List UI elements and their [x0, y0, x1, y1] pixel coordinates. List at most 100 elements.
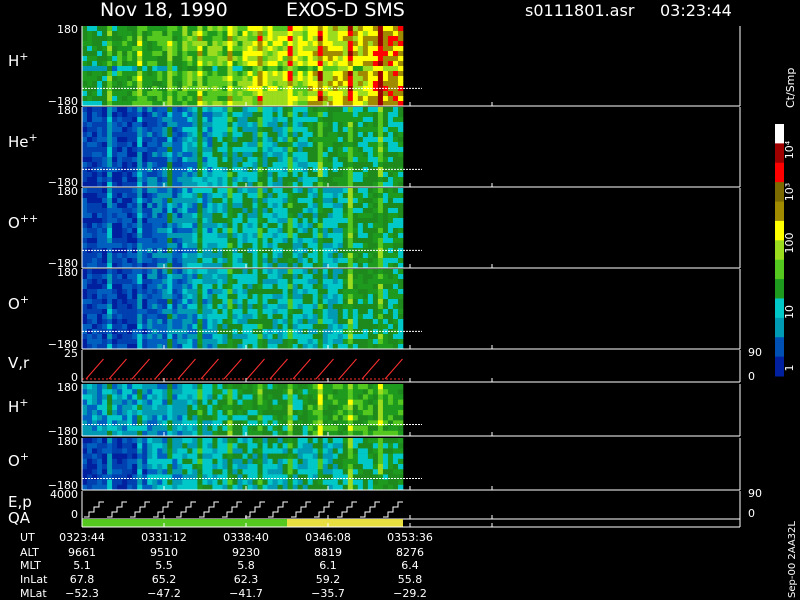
heatmap-cell — [337, 71, 344, 77]
heatmap-cell — [347, 334, 354, 340]
heatmap-cell — [152, 198, 158, 204]
heatmap-cell — [167, 223, 173, 229]
heatmap-cell — [367, 314, 374, 320]
heatmap-cell — [232, 218, 238, 224]
heatmap-cell — [117, 314, 123, 320]
heatmap-cell — [152, 117, 158, 123]
heatmap-cell — [192, 299, 198, 305]
heatmap-cell — [162, 258, 168, 264]
heatmap-cell — [297, 258, 303, 264]
heatmap-cell — [202, 96, 208, 102]
heatmap-cell — [282, 162, 288, 168]
heatmap-cell — [152, 314, 158, 320]
heatmap-cell — [137, 66, 143, 72]
heatmap-cell — [297, 389, 303, 395]
heatmap-cell — [392, 61, 399, 67]
heatmap-cell — [112, 91, 118, 97]
heatmap-cell — [227, 51, 233, 57]
heatmap-cell — [312, 299, 319, 305]
heatmap-cell — [317, 26, 324, 32]
heatmap-cell — [247, 233, 253, 239]
heatmap-cell — [82, 213, 88, 219]
heatmap-cell — [97, 152, 103, 158]
heatmap-cell — [247, 218, 253, 224]
heatmap-cell — [197, 81, 203, 87]
heatmap-cell — [137, 415, 143, 421]
heatmap-cell — [227, 223, 233, 229]
heatmap-cell — [357, 425, 364, 432]
heatmap-cell — [372, 258, 379, 264]
heatmap-cell — [297, 410, 303, 416]
heatmap-cell — [372, 339, 379, 345]
heatmap-cell — [272, 107, 278, 113]
heatmap-cell — [147, 208, 153, 214]
heatmap-cell — [167, 410, 173, 416]
heatmap-cell — [332, 96, 339, 102]
heatmap-cell — [212, 258, 218, 264]
heatmap-cell — [287, 394, 293, 400]
heatmap-cell — [162, 448, 168, 454]
heatmap-cell — [142, 127, 148, 133]
heatmap-cell — [337, 76, 344, 82]
heatmap-cell — [222, 203, 228, 209]
heatmap-cell — [107, 304, 113, 310]
heatmap-cell — [137, 319, 143, 325]
heatmap-cell — [207, 51, 213, 57]
heatmap-cell — [272, 76, 278, 82]
heatmap-cell — [207, 112, 213, 118]
heatmap-cell — [242, 233, 248, 239]
heatmap-cell — [377, 203, 384, 209]
heatmap-cell — [167, 188, 173, 194]
heatmap-cell — [342, 152, 349, 158]
heatmap-cell — [352, 198, 359, 204]
heatmap-cell — [252, 284, 258, 290]
heatmap-cell — [327, 213, 334, 219]
heatmap-cell — [267, 71, 273, 77]
heatmap-cell — [137, 147, 143, 153]
heatmap-cell — [302, 304, 309, 310]
heatmap-cell — [122, 299, 128, 305]
heatmap-cell — [272, 41, 278, 47]
heatmap-cell — [212, 233, 218, 239]
heatmap-cell — [347, 253, 354, 259]
heatmap-cell — [302, 233, 309, 239]
heatmap-cell — [82, 41, 88, 47]
heatmap-cell — [362, 389, 369, 395]
heatmap-cell — [157, 269, 163, 275]
heatmap-cell — [152, 66, 158, 72]
heatmap-cell — [87, 91, 93, 97]
heatmap-cell — [317, 269, 324, 275]
heatmap-cell — [282, 96, 288, 102]
heatmap-cell — [192, 96, 198, 102]
heatmap-cell — [262, 289, 268, 295]
heatmap-cell — [152, 162, 158, 168]
heatmap-cell — [387, 112, 394, 118]
heatmap-cell — [157, 304, 163, 310]
heatmap-cell — [317, 198, 324, 204]
heatmap-cell — [377, 339, 384, 345]
heatmap-cell — [287, 122, 293, 128]
heatmap-cell — [222, 96, 228, 102]
heatmap-cell — [167, 152, 173, 158]
heatmap-cell — [162, 107, 168, 113]
heatmap-cell — [147, 203, 153, 209]
heatmap-cell — [142, 309, 148, 315]
heatmap-cell — [347, 71, 354, 77]
heatmap-cell — [197, 430, 203, 437]
heatmap-cell — [162, 152, 168, 158]
heatmap-cell — [352, 112, 359, 118]
heatmap-cell — [162, 117, 168, 123]
heatmap-cell — [207, 404, 213, 411]
heatmap-cell — [367, 213, 374, 219]
heatmap-cell — [377, 127, 384, 133]
heatmap-cell — [227, 389, 233, 395]
heatmap-cell — [157, 394, 163, 400]
heatmap-cell — [82, 91, 88, 97]
heatmap-cell — [217, 334, 223, 340]
heatmap-cell — [362, 228, 369, 234]
heatmap-cell — [227, 31, 233, 37]
heatmap-cell — [382, 46, 389, 52]
heatmap-cell — [367, 284, 374, 290]
heatmap-cell — [97, 484, 103, 491]
heatmap-cell — [312, 334, 319, 340]
